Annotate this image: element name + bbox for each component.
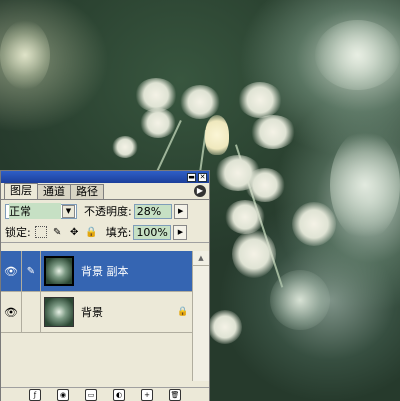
new-group-icon[interactable]: ▭ bbox=[85, 388, 97, 401]
panel-titlebar[interactable]: ▬ ✕ bbox=[1, 171, 209, 183]
layer-row[interactable]: 👁 ✎ 背景 副本 bbox=[1, 251, 193, 292]
blurred-flower bbox=[330, 130, 400, 240]
brush-icon[interactable]: ✎ bbox=[22, 251, 41, 291]
layers-panel: ▬ ✕ 图层 通道 路径 ▶ 正常 ▼ 不透明度: 28% ▶ 锁定: ✎ ✥ … bbox=[0, 170, 210, 401]
blurred-flower bbox=[0, 20, 50, 90]
opacity-field[interactable]: 28% bbox=[133, 203, 172, 219]
layer-row[interactable]: 👁 背景 🔒 bbox=[1, 292, 193, 333]
panel-menu-icon[interactable]: ▶ bbox=[194, 185, 206, 197]
lock-icon: 🔒 bbox=[177, 307, 189, 317]
flower-cluster bbox=[225, 200, 265, 234]
chevron-down-icon[interactable]: ▼ bbox=[62, 204, 75, 218]
minimize-icon[interactable]: ▬ bbox=[187, 172, 196, 182]
fill-field[interactable]: 100% bbox=[133, 224, 172, 240]
layer-list: 👁 ✎ 背景 副本 👁 背景 🔒 bbox=[1, 251, 193, 381]
blend-row: 正常 ▼ 不透明度: 28% ▶ bbox=[1, 200, 209, 222]
tab-channels[interactable]: 通道 bbox=[37, 184, 71, 199]
flower-cluster bbox=[292, 202, 336, 246]
trash-icon[interactable]: 🗑 bbox=[169, 388, 181, 401]
opacity-slider-button[interactable]: ▶ bbox=[173, 203, 188, 219]
flower-cluster bbox=[238, 82, 282, 118]
flower-cluster bbox=[208, 310, 242, 344]
panel-tabs: 图层 通道 路径 ▶ bbox=[1, 183, 209, 200]
add-mask-icon[interactable]: ◉ bbox=[57, 388, 69, 401]
layer-style-icon[interactable]: ƒ bbox=[29, 388, 41, 401]
blurred-flower bbox=[315, 20, 400, 90]
blend-mode-value: 正常 bbox=[9, 203, 61, 219]
lock-label: 锁定: bbox=[5, 226, 31, 239]
blend-mode-select[interactable]: 正常 ▼ bbox=[5, 203, 77, 219]
flower-cluster bbox=[232, 230, 276, 278]
close-icon[interactable]: ✕ bbox=[198, 172, 207, 182]
fill-label: 填充: bbox=[105, 226, 132, 239]
panel-bottom-bar: ƒ ◉ ▭ ◐ + 🗑 bbox=[1, 387, 209, 401]
fill-slider-button[interactable]: ▶ bbox=[173, 224, 188, 240]
eye-icon[interactable]: 👁 bbox=[1, 292, 22, 332]
lock-all-icon[interactable]: 🔒 bbox=[85, 226, 98, 239]
flower-cluster bbox=[250, 115, 296, 149]
opacity-label: 不透明度: bbox=[84, 205, 132, 218]
layer-name: 背景 副本 bbox=[81, 265, 129, 278]
lock-transparency-icon[interactable] bbox=[34, 226, 47, 238]
lock-brush-icon[interactable]: ✎ bbox=[51, 226, 64, 239]
flower-cluster bbox=[245, 168, 285, 202]
link-slot[interactable] bbox=[22, 292, 41, 332]
layer-scrollbar[interactable]: ▲ bbox=[192, 251, 209, 381]
layer-thumbnail bbox=[44, 256, 74, 286]
tab-paths[interactable]: 路径 bbox=[70, 184, 104, 199]
flower-cluster bbox=[135, 78, 177, 112]
scroll-up-icon[interactable]: ▲ bbox=[193, 251, 209, 266]
tab-layers[interactable]: 图层 bbox=[4, 183, 38, 199]
flower-cluster bbox=[140, 108, 176, 138]
adjustment-layer-icon[interactable]: ◐ bbox=[113, 388, 125, 401]
eye-icon[interactable]: 👁 bbox=[1, 251, 22, 291]
lock-move-icon[interactable]: ✥ bbox=[68, 226, 81, 239]
butterfly bbox=[205, 115, 229, 155]
layer-thumbnail bbox=[44, 297, 74, 327]
blurred-flower bbox=[270, 270, 330, 330]
layer-name: 背景 bbox=[81, 306, 103, 319]
flower-cluster bbox=[112, 136, 138, 158]
flower-cluster bbox=[180, 85, 220, 119]
new-layer-icon[interactable]: + bbox=[141, 388, 153, 401]
lock-row: 锁定: ✎ ✥ 🔒 填充: 100% ▶ bbox=[1, 222, 209, 243]
